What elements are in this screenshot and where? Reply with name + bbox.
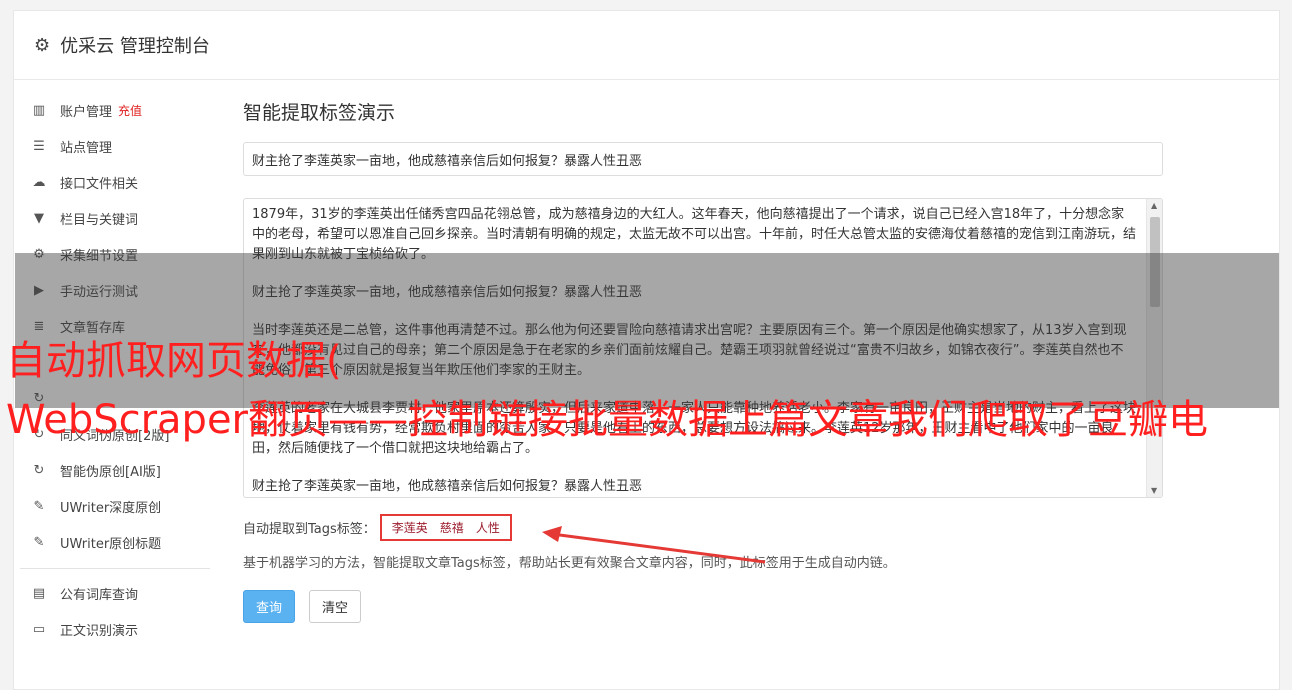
clear-button[interactable]: 清空 bbox=[309, 590, 362, 623]
sidebar-item[interactable]: ▭ 正文识别演示 bbox=[20, 611, 210, 647]
tags-label: 自动提取到Tags标签： bbox=[243, 521, 376, 537]
sidebar-item-label: 智能伪原创[AI版] bbox=[60, 464, 161, 480]
button-row: 查询 清空 bbox=[243, 590, 1163, 623]
scroll-down-icon[interactable]: ▼ bbox=[1151, 486, 1157, 495]
sidebar-item[interactable]: ▼ 栏目与关键词 bbox=[20, 200, 210, 236]
server-icon: ☰ bbox=[33, 138, 45, 154]
tag-item[interactable]: 慈禧 bbox=[440, 519, 464, 536]
tags-highlight-box: 李莲英 慈禧 人性 bbox=[379, 513, 512, 541]
sidebar-item-label: UWriter原创标题 bbox=[60, 536, 162, 552]
article-paragraph: 财主抢了李莲英家一亩地，他成慈禧亲信后如何报复？暴露人性丑恶 bbox=[252, 479, 643, 494]
recharge-link[interactable]: 充值 bbox=[118, 102, 142, 119]
overlay-caption-line1: 自动抓取网页数据( bbox=[6, 338, 342, 384]
sidebar-item[interactable]: ☁ 接口文件相关 bbox=[20, 164, 210, 200]
doc-icon: ▭ bbox=[32, 621, 46, 637]
overlay-caption-line2: WebScraper翻页——控制链接批量数据上篇文章我们爬取了豆瓣电 bbox=[6, 397, 1208, 443]
sidebar-item[interactable]: ✎ UWriter原创标题 bbox=[20, 524, 210, 560]
sidebar-item-label: 账户管理 bbox=[60, 104, 113, 120]
bar-chart-icon: ▥ bbox=[32, 102, 46, 118]
sidebar-item-label: UWriter深度原创 bbox=[60, 500, 162, 516]
edit-icon: ✎ bbox=[33, 534, 45, 550]
sidebar-item[interactable]: ▤ 公有词库查询 bbox=[20, 575, 210, 611]
page-title: 智能提取标签演示 bbox=[243, 102, 396, 124]
scroll-up-icon[interactable]: ▲ bbox=[1151, 201, 1157, 210]
tag-item[interactable]: 人性 bbox=[476, 519, 500, 536]
query-button[interactable]: 查询 bbox=[243, 590, 296, 623]
edit-icon: ✎ bbox=[33, 498, 45, 514]
title-input[interactable]: 财主抢了李莲英家一亩地，他成慈禧亲信后如何报复？暴露人性丑恶 bbox=[243, 142, 1163, 176]
sidebar-item-label: 接口文件相关 bbox=[60, 176, 139, 192]
cloud-upload-icon: ☁ bbox=[32, 174, 46, 190]
sidebar-divider bbox=[20, 568, 210, 569]
annotation-arrow-icon bbox=[542, 526, 766, 564]
console-title: 优采云 管理控制台 bbox=[60, 36, 210, 57]
filter-icon: ▼ bbox=[34, 210, 44, 226]
sidebar-item-label: 栏目与关键词 bbox=[60, 212, 139, 228]
sidebar-item-label: 站点管理 bbox=[60, 140, 113, 156]
sidebar-item[interactable]: ▥ 账户管理 充值 bbox=[20, 92, 210, 128]
sidebar-item[interactable]: ☰ 站点管理 bbox=[20, 128, 210, 164]
panel-header: ⚙ 优采云 管理控制台 bbox=[14, 11, 1279, 80]
sidebar-item-label: 正文识别演示 bbox=[60, 623, 139, 639]
sidebar-item[interactable]: ✎ UWriter深度原创 bbox=[20, 488, 210, 524]
sidebar-item[interactable]: ↻ 智能伪原创[AI版] bbox=[20, 452, 210, 488]
sidebar-item-label: 公有词库查询 bbox=[60, 587, 139, 603]
gear-icon: ⚙ bbox=[34, 34, 51, 56]
book-icon: ▤ bbox=[32, 585, 46, 601]
refresh-icon: ↻ bbox=[33, 462, 45, 478]
tag-item[interactable]: 李莲英 bbox=[392, 519, 428, 536]
